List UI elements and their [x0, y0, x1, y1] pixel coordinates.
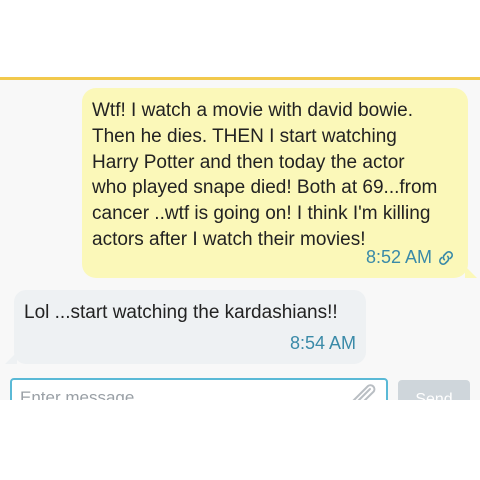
- message-bubble-outgoing[interactable]: Wtf! I watch a movie with david bowie. T…: [82, 88, 477, 278]
- link-icon: [439, 250, 453, 265]
- message-timestamp: 8:52 AM: [365, 247, 432, 267]
- message-timestamp: 8:54 AM: [289, 333, 356, 353]
- message-text: Lol ...start watching the kardashians!!: [24, 302, 338, 323]
- conversation-view: Wtf! I watch a movie with david bowie. T…: [0, 77, 480, 379]
- message-bubble-incoming[interactable]: Lol ...start watching the kardashians!! …: [5, 290, 366, 364]
- message-meta: 8:54 AM: [290, 333, 356, 354]
- message-text: Wtf! I watch a movie with david bowie. T…: [92, 100, 438, 250]
- composer-bar: Send: [0, 370, 480, 420]
- bottom-blank-area: [0, 400, 480, 480]
- message-meta: 8:52 AM: [366, 247, 456, 268]
